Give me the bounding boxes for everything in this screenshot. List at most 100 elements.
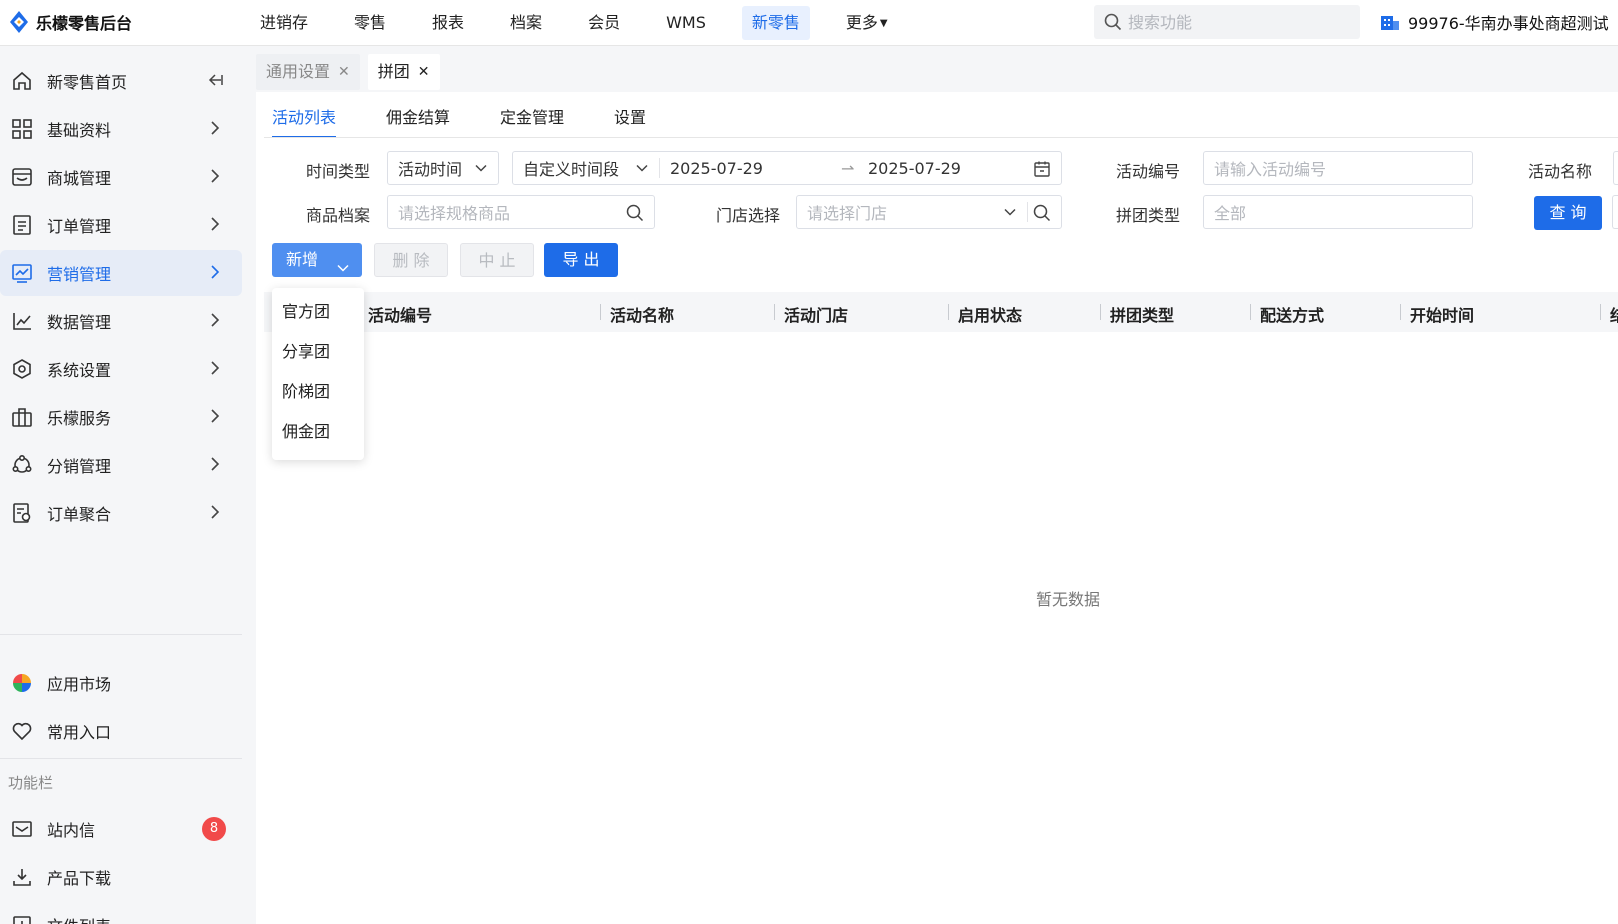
empty-state-text: 暂无数据	[1036, 590, 1101, 609]
column-header[interactable]: 拼团类型	[1110, 302, 1174, 326]
collapse-sidebar-icon[interactable]	[206, 71, 224, 93]
column-header[interactable]: 配送方式	[1260, 302, 1324, 326]
topnav-label: 档案	[510, 13, 543, 32]
sub-tabs: 活动列表 佣金结算 定金管理 设置	[272, 104, 696, 138]
dropdown-item-share-group[interactable]: 分享团	[282, 338, 330, 362]
page-tab-general-settings[interactable]: 通用设置 ✕	[256, 54, 360, 90]
end-date[interactable]: 2025-07-29	[868, 159, 961, 178]
column-header[interactable]: 活动名称	[610, 302, 674, 326]
search-icon[interactable]	[626, 204, 644, 226]
column-header[interactable]: 开始时间	[1410, 302, 1474, 326]
sidebar-item-file-list[interactable]: 文件列表	[0, 902, 242, 924]
sidebar-item-label: 基础资料	[47, 121, 112, 140]
page-tab-group-buy[interactable]: 拼团 ✕	[367, 54, 440, 90]
sidebar-item-app-market[interactable]: 应用市场	[0, 660, 242, 706]
subtab-activity-list[interactable]: 活动列表	[272, 104, 337, 138]
download-icon	[10, 865, 34, 889]
top-nav: 进销存 零售 报表 档案 会员 WMS 新零售 更多 ▼	[250, 6, 924, 40]
sidebar-item-distribution[interactable]: 分销管理	[0, 442, 242, 488]
search-box[interactable]	[1094, 5, 1360, 39]
export-button[interactable]: 导 出	[544, 243, 618, 277]
topnav-item-new-retail[interactable]: 新零售	[741, 6, 810, 40]
topnav-item-more[interactable]: 更多 ▼	[836, 6, 898, 40]
sidebar-item-label: 常用入口	[47, 723, 112, 742]
chevron-down-icon	[635, 160, 649, 179]
chart-line-icon	[10, 309, 34, 333]
search-icon[interactable]	[1033, 204, 1051, 226]
store-select[interactable]: 请选择门店	[796, 195, 1062, 229]
time-range-mode[interactable]: 自定义时间段	[523, 156, 619, 180]
activity-name-input[interactable]	[1613, 151, 1618, 185]
column-header[interactable]: 活动门店	[784, 302, 848, 326]
column-header[interactable]: 活动编号	[368, 302, 432, 326]
topnav-item-reports[interactable]: 报表	[422, 6, 474, 40]
sidebar-item-mall[interactable]: 商城管理	[0, 154, 242, 200]
topnav-item-retail[interactable]: 零售	[344, 6, 396, 40]
activity-code-label: 活动编号	[1116, 162, 1181, 181]
search-input[interactable]	[1128, 12, 1348, 32]
time-type-select[interactable]: 活动时间	[387, 151, 499, 185]
sidebar-item-label: 订单管理	[47, 217, 112, 236]
topnav-item-archives[interactable]: 档案	[500, 6, 552, 40]
sidebar-item-new-retail-home[interactable]: 新零售首页	[0, 58, 242, 104]
sidebar-divider	[0, 758, 242, 759]
stop-button[interactable]: 中 止	[460, 243, 534, 277]
topnav-item-members[interactable]: 会员	[578, 6, 630, 40]
column-separator	[948, 304, 949, 320]
store-name: 99976-华南办事处商超测试	[1408, 14, 1609, 33]
sidebar-item-favorites[interactable]: 常用入口	[0, 708, 242, 754]
column-header[interactable]: 结	[1610, 302, 1618, 326]
store-placeholder: 请选择门店	[807, 204, 888, 223]
subtab-divider	[264, 137, 1618, 138]
search-icon	[1104, 13, 1122, 31]
start-date[interactable]: 2025-07-29	[670, 159, 763, 178]
delete-button[interactable]: 删 除	[374, 243, 448, 277]
topnav-label: 新零售	[751, 13, 800, 32]
reset-button[interactable]	[1612, 195, 1618, 229]
app-title: 乐檬零售后台	[36, 14, 133, 33]
activity-code-input[interactable]: 请输入活动编号	[1203, 151, 1473, 185]
dropdown-item-tiered-group[interactable]: 阶梯团	[282, 378, 330, 402]
column-separator	[1100, 304, 1101, 320]
topnav-item-inventory[interactable]: 进销存	[250, 6, 318, 40]
file-list-icon	[10, 913, 34, 924]
sidebar-item-messages[interactable]: 站内信 8	[0, 806, 242, 852]
column-separator	[1600, 304, 1601, 320]
mail-icon	[10, 817, 34, 841]
building-icon	[1381, 16, 1399, 30]
sidebar-item-label: 系统设置	[47, 361, 112, 380]
subtab-commission-settlement[interactable]: 佣金结算	[386, 104, 450, 138]
add-new-button[interactable]: 新增	[272, 243, 362, 277]
chevron-down-icon	[1003, 204, 1017, 223]
subtab-settings[interactable]: 设置	[614, 104, 646, 138]
dropdown-item-official-group[interactable]: 官方团	[282, 298, 330, 322]
sidebar-item-lemeng-service[interactable]: 乐檬服务	[0, 394, 242, 440]
date-range-picker[interactable]: 自定义时间段 2025-07-29 ⇀ 2025-07-29	[512, 151, 1062, 185]
store-selector[interactable]: 99976-华南办事处商超测试	[1380, 10, 1609, 34]
main-panel: 活动列表 佣金结算 定金管理 设置 时间类型 活动时间 自定义时间段 2025-…	[256, 92, 1618, 924]
dropdown-item-commission-group[interactable]: 佣金团	[282, 418, 330, 442]
sidebar-item-system-settings[interactable]: 系统设置	[0, 346, 242, 392]
subtab-deposit-management[interactable]: 定金管理	[500, 104, 564, 138]
group-type-select[interactable]: 全部	[1203, 195, 1473, 229]
chevron-right-icon	[206, 359, 224, 381]
close-icon[interactable]: ✕	[418, 54, 430, 90]
calendar-icon[interactable]	[1033, 160, 1051, 182]
sidebar-item-marketing[interactable]: 营销管理	[0, 250, 242, 296]
product-select[interactable]: 请选择规格商品	[387, 195, 655, 229]
sidebar-item-downloads[interactable]: 产品下载	[0, 854, 242, 900]
app-logo[interactable]: 乐檬零售后台	[8, 10, 132, 34]
close-icon[interactable]: ✕	[338, 54, 350, 90]
topnav-label: 进销存	[260, 13, 309, 32]
sidebar-item-basic-data[interactable]: 基础资料	[0, 106, 242, 152]
store-select-divider	[1027, 202, 1028, 222]
sidebar-item-orders[interactable]: 订单管理	[0, 202, 242, 248]
arrow-right-icon: ⇀	[841, 159, 855, 178]
page-tabs: 通用设置 ✕ 拼团 ✕	[256, 54, 448, 90]
sidebar-item-order-aggregate[interactable]: 订单聚合	[0, 490, 242, 536]
topnav-item-wms[interactable]: WMS	[656, 6, 716, 40]
query-button[interactable]: 查 询	[1534, 196, 1602, 230]
column-header[interactable]: 启用状态	[958, 302, 1022, 326]
sidebar-item-data[interactable]: 数据管理	[0, 298, 242, 344]
product-placeholder: 请选择规格商品	[398, 204, 511, 223]
